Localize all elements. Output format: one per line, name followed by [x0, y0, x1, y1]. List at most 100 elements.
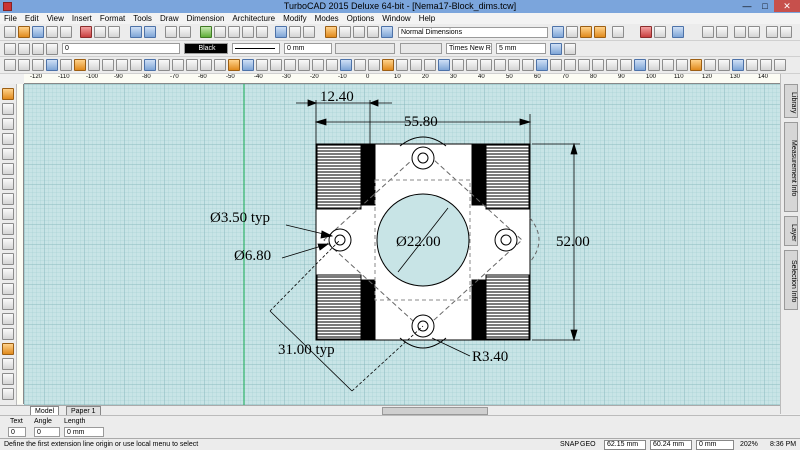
text-tool-icon[interactable] — [2, 268, 14, 280]
redraw-icon[interactable] — [256, 26, 268, 38]
polygon-tool-icon[interactable] — [2, 193, 14, 205]
menu-item-file[interactable]: File — [0, 13, 21, 24]
explode-icon[interactable] — [466, 59, 478, 71]
arrow-tool-icon[interactable] — [2, 373, 14, 385]
material-icon[interactable] — [606, 59, 618, 71]
zoom-all-icon[interactable] — [732, 59, 744, 71]
move-icon[interactable] — [438, 59, 450, 71]
polar-icon[interactable] — [298, 59, 310, 71]
scale-select[interactable] — [400, 43, 442, 54]
measurement-info-tab[interactable]: Measurement Info — [784, 122, 798, 212]
select-pointer-icon[interactable] — [4, 59, 16, 71]
layers-icon[interactable] — [325, 26, 337, 38]
menu-item-view[interactable]: View — [43, 13, 68, 24]
dimension-icon[interactable] — [116, 59, 128, 71]
spline-tool-icon[interactable] — [2, 163, 14, 175]
radius-label[interactable]: R3.40 — [472, 349, 508, 366]
fillet-icon[interactable] — [340, 59, 352, 71]
rectangle-icon[interactable] — [60, 59, 72, 71]
menu-item-draw[interactable]: Draw — [156, 13, 183, 24]
menu-item-modes[interactable]: Modes — [311, 13, 343, 24]
dim-55-80-label[interactable]: 55.80 — [404, 114, 438, 131]
pen-color-select[interactable]: Black — [184, 43, 228, 54]
coords-icon[interactable] — [662, 59, 674, 71]
eye-icon[interactable] — [32, 43, 44, 55]
line-width-select[interactable]: 0 mm — [284, 43, 332, 54]
cut-icon[interactable] — [80, 26, 92, 38]
paste-icon[interactable] — [108, 26, 120, 38]
properties-panel-icon[interactable] — [620, 59, 632, 71]
layer-tab[interactable]: Layer — [784, 216, 798, 246]
cursor-icon[interactable] — [734, 26, 746, 38]
mirror-icon[interactable] — [382, 59, 394, 71]
properties-icon[interactable] — [303, 26, 315, 38]
line-tool-icon[interactable] — [2, 118, 14, 130]
pattern-select[interactable] — [335, 43, 395, 54]
snap-perpendicular-icon[interactable] — [228, 59, 240, 71]
snap-free-icon[interactable] — [270, 59, 282, 71]
length-tab[interactable]: Length — [64, 418, 85, 425]
snap-nearest-icon[interactable] — [242, 59, 254, 71]
arc-tool-icon[interactable] — [2, 133, 14, 145]
snap-grid-icon[interactable] — [256, 59, 268, 71]
forward-icon[interactable] — [716, 26, 728, 38]
options-icon[interactable] — [780, 26, 792, 38]
design-director-icon[interactable] — [339, 26, 351, 38]
maximize-button[interactable]: □ — [756, 0, 774, 12]
workspace-icon[interactable] — [766, 26, 778, 38]
geo-toggle[interactable]: GEO — [580, 439, 596, 450]
help-pointer-icon[interactable] — [690, 59, 702, 71]
inspector-icon[interactable] — [648, 59, 660, 71]
label-icon[interactable] — [594, 26, 606, 38]
camera-icon[interactable] — [578, 59, 590, 71]
snap-quadrant-icon[interactable] — [186, 59, 198, 71]
dimension-style-icon[interactable] — [552, 26, 564, 38]
new-icon[interactable] — [4, 26, 16, 38]
redo-icon[interactable] — [144, 26, 156, 38]
text-field[interactable]: 0 — [8, 427, 26, 437]
menu-item-help[interactable]: Help — [415, 13, 439, 24]
xref-icon[interactable] — [774, 59, 786, 71]
minimize-button[interactable]: — — [738, 0, 756, 12]
snap-tool-icon[interactable] — [2, 343, 14, 355]
menu-item-architecture[interactable]: Architecture — [228, 13, 279, 24]
dim-52-00-label[interactable]: 52.00 — [556, 234, 590, 251]
snap-vertex-icon[interactable] — [144, 59, 156, 71]
text-size-select[interactable]: 5 mm — [496, 43, 546, 54]
circle-tool-icon[interactable] — [2, 148, 14, 160]
print-area-icon[interactable] — [746, 59, 758, 71]
print-icon[interactable] — [46, 26, 58, 38]
spacing-note-label[interactable]: 31.00 typ — [278, 342, 335, 359]
warning-tool-icon[interactable] — [2, 388, 14, 400]
block-insert-icon[interactable] — [760, 59, 772, 71]
back-icon[interactable] — [702, 26, 714, 38]
angle-tab[interactable]: Angle — [34, 418, 52, 425]
group-icon[interactable] — [480, 59, 492, 71]
hatch-tool-icon[interactable] — [2, 253, 14, 265]
menu-item-format[interactable]: Format — [96, 13, 129, 24]
undo-icon[interactable] — [130, 26, 142, 38]
menu-item-tools[interactable]: Tools — [129, 13, 156, 24]
workplane-icon[interactable] — [672, 26, 684, 38]
line-style-select[interactable] — [232, 43, 280, 54]
ortho-icon[interactable] — [654, 26, 666, 38]
render-icon[interactable] — [289, 26, 301, 38]
selection-info-tab[interactable]: Selection Info — [784, 250, 798, 310]
circle-icon[interactable] — [74, 59, 86, 71]
zoom-in-icon[interactable] — [214, 26, 226, 38]
tag-icon[interactable] — [580, 26, 592, 38]
view-icon[interactable] — [550, 59, 562, 71]
print-preview-icon[interactable] — [60, 26, 72, 38]
dimension-tool-icon[interactable] — [2, 283, 14, 295]
menu-item-window[interactable]: Window — [378, 13, 414, 24]
text-icon[interactable] — [102, 59, 114, 71]
hatch-fill-icon[interactable] — [130, 59, 142, 71]
rotate-icon[interactable] — [410, 59, 422, 71]
hole-note-label[interactable]: Ø3.50 typ — [210, 210, 270, 227]
text-tab[interactable]: Text — [10, 418, 23, 425]
cross-tool-icon[interactable] — [2, 208, 14, 220]
measure-tool-icon[interactable] — [2, 358, 14, 370]
menu-item-insert[interactable]: Insert — [68, 13, 96, 24]
render-mode-icon[interactable] — [564, 59, 576, 71]
close-button[interactable]: ✕ — [774, 0, 800, 12]
